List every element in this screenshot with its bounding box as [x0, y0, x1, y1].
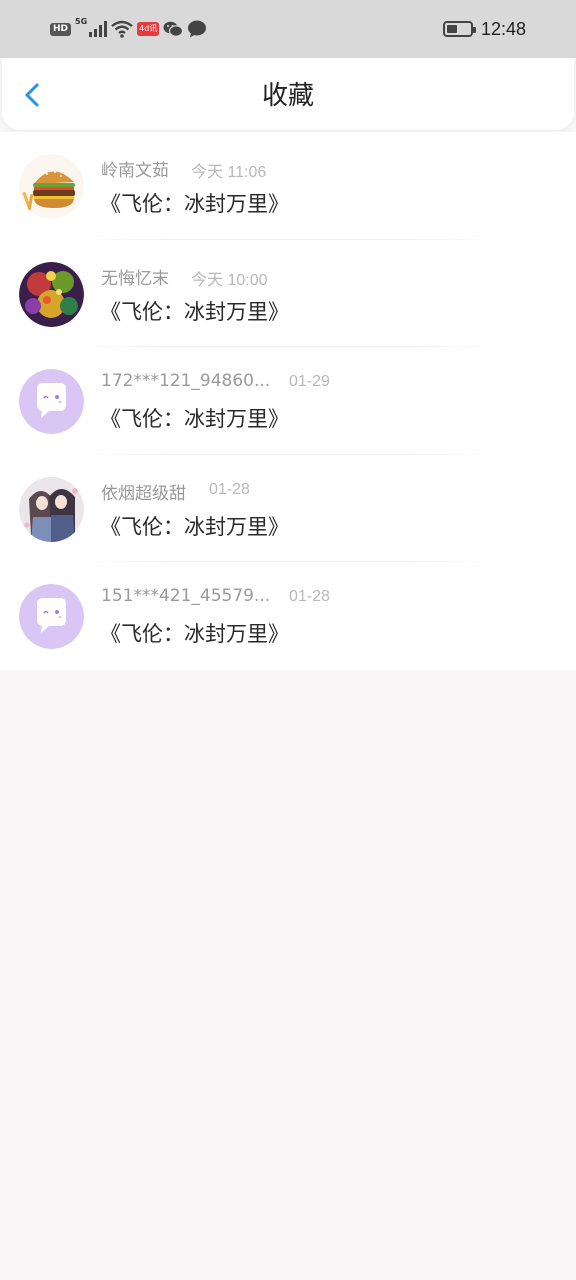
status-bar: HD 5G 4d讯 12:48: [0, 0, 576, 58]
nav-header: 收藏: [2, 58, 574, 130]
favorites-list: 岭南文茹 今天 11:06 《飞伦：冰封万里》 无悔忆末 今天 10:00 《飞…: [0, 132, 576, 670]
user-name[interactable]: 无悔忆末: [101, 264, 169, 289]
game-art-avatar-icon: [19, 261, 84, 327]
user-name[interactable]: 151***421_45579...: [101, 586, 270, 606]
book-title[interactable]: 《飞伦：冰封万里》: [100, 403, 289, 433]
signal-icon: [89, 21, 108, 37]
item-time: 今天 11:06: [191, 164, 267, 181]
message-icon: [188, 20, 207, 38]
list-item[interactable]: 岭南文茹 今天 11:06 《飞伦：冰封万里》: [0, 132, 576, 240]
avatar[interactable]: [19, 369, 84, 435]
item-time: 今天 10:00: [191, 271, 268, 289]
wechat-icon: [163, 21, 184, 37]
item-meta: 151***421_45579... 01-28: [101, 586, 401, 608]
list-item[interactable]: 172***121_94860... 01-29 《飞伦：冰封万里》: [0, 347, 576, 455]
default-chat-avatar-icon: [19, 369, 84, 435]
item-meta: 岭南文茹 今天 11:06: [101, 156, 401, 181]
battery-icon: [442, 21, 476, 37]
page-title: 收藏: [261, 81, 314, 111]
network-type: 5G: [75, 17, 88, 26]
default-chat-avatar-icon: [19, 584, 84, 650]
list-item[interactable]: 151***421_45579... 01-28 《飞伦：冰封万里》: [0, 562, 576, 670]
item-meta: 172***121_94860... 01-29: [101, 371, 401, 393]
user-name[interactable]: 172***121_94860...: [101, 371, 270, 391]
battery-level: [446, 25, 457, 33]
status-time: 12:48: [480, 18, 526, 39]
book-title[interactable]: 《飞伦：冰封万里》: [100, 511, 289, 541]
user-name[interactable]: 岭南文茹: [101, 156, 169, 181]
avatar[interactable]: [19, 476, 84, 542]
user-name[interactable]: 依烟超级甜: [101, 479, 186, 504]
book-title[interactable]: 《飞伦：冰封万里》: [100, 618, 289, 648]
item-time: 01-29: [289, 373, 330, 391]
avatar[interactable]: [19, 154, 84, 219]
item-meta: 无悔忆末 今天 10:00: [101, 264, 401, 289]
list-item[interactable]: 无悔忆末 今天 10:00 《飞伦：冰封万里》: [0, 240, 576, 348]
anime-couple-avatar-icon: [19, 476, 84, 542]
avatar[interactable]: [19, 261, 84, 327]
status-icons-right: 12:48: [442, 17, 526, 41]
item-meta: 依烟超级甜 01-28: [101, 479, 401, 504]
status-icons-left: HD 5G 4d讯: [50, 17, 207, 41]
book-title[interactable]: 《飞伦：冰封万里》: [100, 296, 289, 326]
book-title[interactable]: 《飞伦：冰封万里》: [100, 188, 289, 218]
list-item[interactable]: 依烟超级甜 01-28 《飞伦：冰封万里》: [0, 455, 576, 563]
burger-avatar-icon: [19, 154, 84, 219]
hd-badge: HD: [50, 22, 72, 36]
wifi-icon: [111, 20, 133, 38]
app-notification-icon: 4d讯: [137, 22, 160, 36]
item-time: 01-28: [209, 480, 250, 498]
avatar[interactable]: [19, 584, 84, 650]
item-time: 01-28: [289, 588, 330, 606]
